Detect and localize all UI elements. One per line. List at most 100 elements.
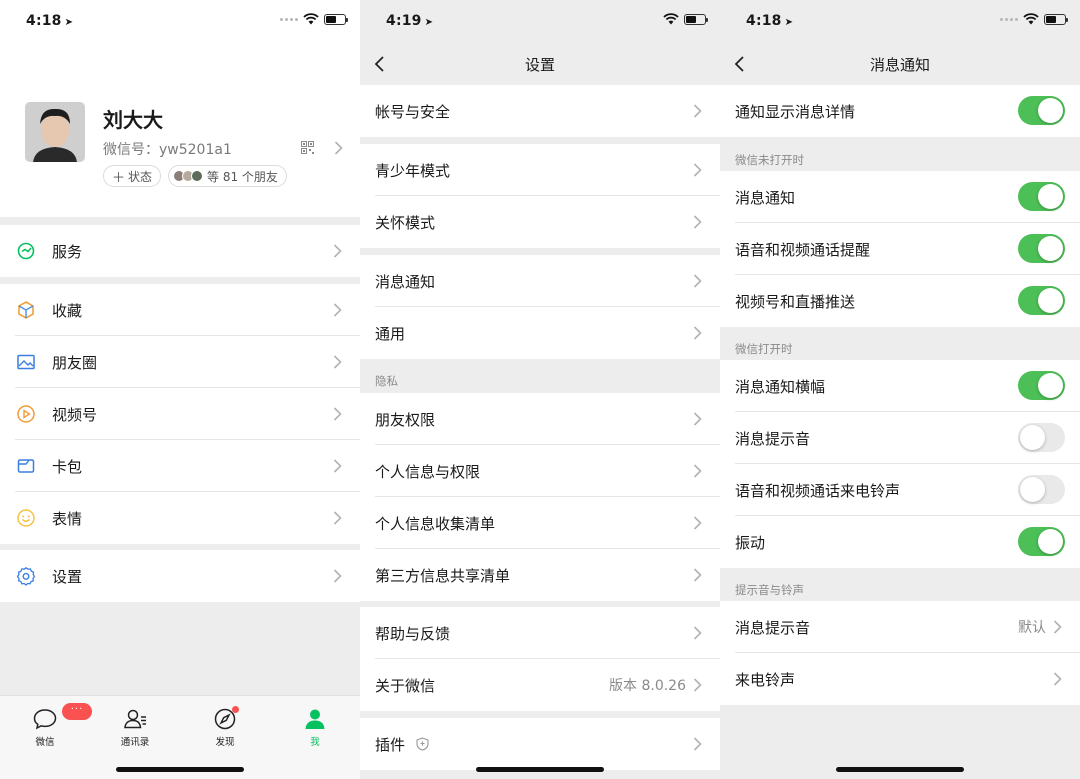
row-label: 朋友权限 xyxy=(375,410,436,429)
row-label: 消息通知横幅 xyxy=(735,377,826,396)
vibration-toggle[interactable] xyxy=(1018,527,1065,556)
wechat-id: 微信号：yw5201a1 xyxy=(103,142,232,158)
settings-screen: 4:19 ➤ 设置 帐号与安全 青少年模式 关怀模式 消息通知 通用 隐私 朋友权… xyxy=(360,0,720,779)
menu-item-label: 朋友圈 xyxy=(52,353,98,372)
settings-row-friend-permissions[interactable]: 朋友权限 xyxy=(360,393,720,445)
chevron-right-icon xyxy=(333,244,342,258)
me-screen: 4:18 ➤ 刘大大 微信号：yw5201a1 ＋状态 等 81 个朋友 服务 … xyxy=(0,0,360,779)
row-label: 帮助与反馈 xyxy=(375,624,451,643)
show-details-toggle[interactable] xyxy=(1018,96,1065,125)
menu-item-favorites[interactable]: 收藏 xyxy=(0,284,360,336)
status-time: 4:19 xyxy=(386,13,422,29)
row-label: 个人信息与权限 xyxy=(375,462,481,481)
location-icon: ➤ xyxy=(784,17,794,28)
settings-row-info-collection-list[interactable]: 个人信息收集清单 xyxy=(360,497,720,549)
battery-icon xyxy=(1044,13,1068,25)
sound-toggle[interactable] xyxy=(1018,423,1065,452)
profile-card[interactable]: 4:18 ➤ 刘大大 微信号：yw5201a1 ＋状态 等 81 个朋友 xyxy=(0,0,360,217)
nav-bar: 消息通知 xyxy=(720,44,1080,85)
menu-item-label: 服务 xyxy=(52,242,83,261)
row-label: 视频号和直播推送 xyxy=(735,292,856,311)
notif-row-sound: 消息提示音 xyxy=(720,412,1080,464)
tab-chats[interactable]: 微信 ··· xyxy=(15,703,92,748)
chevron-right-icon xyxy=(333,569,342,583)
status-time: 4:18 xyxy=(26,13,62,29)
tab-me[interactable]: 我 xyxy=(285,706,345,748)
row-label: 帐号与安全 xyxy=(375,102,451,121)
notifications-screen: 4:18 ➤ 消息通知 通知显示消息详情 微信未打开时 消息通知 语音和视频通话提… xyxy=(720,0,1080,779)
chevron-right-icon xyxy=(693,626,702,640)
sticker-icon xyxy=(17,509,35,527)
back-icon[interactable] xyxy=(370,54,390,74)
settings-row-care-mode[interactable]: 关怀模式 xyxy=(360,196,720,248)
settings-row-general[interactable]: 通用 xyxy=(360,307,720,359)
settings-icon xyxy=(16,566,36,586)
chevron-right-icon xyxy=(693,163,702,177)
menu-item-moments[interactable]: 朋友圈 xyxy=(0,336,360,388)
chevron-right-icon xyxy=(1053,620,1062,634)
call-alerts-toggle[interactable] xyxy=(1018,234,1065,263)
notif-row-vibration: 振动 xyxy=(720,516,1080,568)
chat-bubble-icon xyxy=(33,709,57,730)
notif-row-show-details: 通知显示消息详情 xyxy=(720,85,1080,137)
row-label: 个人信息收集清单 xyxy=(375,514,496,533)
menu-item-settings[interactable]: 设置 xyxy=(0,550,360,602)
tab-label: 我 xyxy=(310,737,320,748)
qr-code-icon[interactable] xyxy=(301,141,314,154)
tab-discover[interactable]: 发现 xyxy=(195,706,255,748)
service-icon xyxy=(17,242,35,260)
favorites-icon xyxy=(18,301,34,319)
nav-bar: 设置 xyxy=(360,44,720,85)
section-header-privacy: 隐私 xyxy=(375,374,398,388)
location-icon: ➤ xyxy=(64,17,74,28)
status-chip[interactable]: ＋状态 xyxy=(103,165,162,187)
friends-chip[interactable]: 等 81 个朋友 xyxy=(168,165,287,187)
banner-toggle[interactable] xyxy=(1018,371,1065,400)
menu-item-label: 设置 xyxy=(52,567,83,586)
wifi-icon xyxy=(663,13,679,25)
chevron-right-icon xyxy=(693,215,702,229)
menu-item-stickers[interactable]: 表情 xyxy=(0,492,360,544)
chevron-right-icon xyxy=(693,516,702,530)
tab-label: 微信 xyxy=(35,737,55,748)
home-indicator[interactable] xyxy=(836,767,964,772)
row-label: 消息通知 xyxy=(375,272,436,291)
status-bar: 4:18 ➤ xyxy=(720,0,1080,44)
message-notifications-toggle[interactable] xyxy=(1018,182,1065,211)
status-bar: 4:18 ➤ xyxy=(0,0,360,44)
notif-row-message-notifications: 消息通知 xyxy=(720,171,1080,223)
chevron-right-icon xyxy=(333,355,342,369)
call-ringtone-toggle[interactable] xyxy=(1018,475,1065,504)
settings-row-personal-info-permissions[interactable]: 个人信息与权限 xyxy=(360,445,720,497)
chevron-right-icon xyxy=(334,141,343,155)
back-icon[interactable] xyxy=(730,54,750,74)
status-time: 4:18 xyxy=(746,13,782,29)
settings-row-account-security[interactable]: 帐号与安全 xyxy=(360,85,720,137)
settings-row-third-party-sharing[interactable]: 第三方信息共享清单 xyxy=(360,549,720,601)
settings-row-plugins[interactable]: 插件 xyxy=(360,718,720,770)
shield-icon xyxy=(416,737,429,751)
menu-item-cards[interactable]: 卡包 xyxy=(0,440,360,492)
settings-row-teen-mode[interactable]: 青少年模式 xyxy=(360,144,720,196)
settings-row-notifications[interactable]: 消息通知 xyxy=(360,255,720,307)
chevron-right-icon xyxy=(693,464,702,478)
home-indicator[interactable] xyxy=(116,767,244,772)
chevron-right-icon xyxy=(333,511,342,525)
person-icon xyxy=(305,709,325,729)
avatar[interactable] xyxy=(25,102,85,162)
menu-item-service[interactable]: 服务 xyxy=(0,225,360,277)
settings-row-about[interactable]: 关于微信 版本 8.0.26 xyxy=(360,659,720,711)
home-indicator[interactable] xyxy=(476,767,604,772)
settings-row-help-feedback[interactable]: 帮助与反馈 xyxy=(360,607,720,659)
tab-contacts[interactable]: 通讯录 xyxy=(105,706,165,748)
menu-item-channels[interactable]: 视频号 xyxy=(0,388,360,440)
page-title: 消息通知 xyxy=(869,56,930,74)
row-label: 来电铃声 xyxy=(735,670,796,689)
cards-icon xyxy=(17,459,35,473)
channels-icon xyxy=(17,405,35,423)
notif-row-incoming-ringtone[interactable]: 来电铃声 xyxy=(720,653,1080,705)
moments-icon xyxy=(17,354,35,370)
notif-row-message-tone[interactable]: 消息提示音 默认 xyxy=(720,601,1080,653)
channels-live-push-toggle[interactable] xyxy=(1018,286,1065,315)
row-label: 语音和视频通话提醒 xyxy=(735,240,871,259)
